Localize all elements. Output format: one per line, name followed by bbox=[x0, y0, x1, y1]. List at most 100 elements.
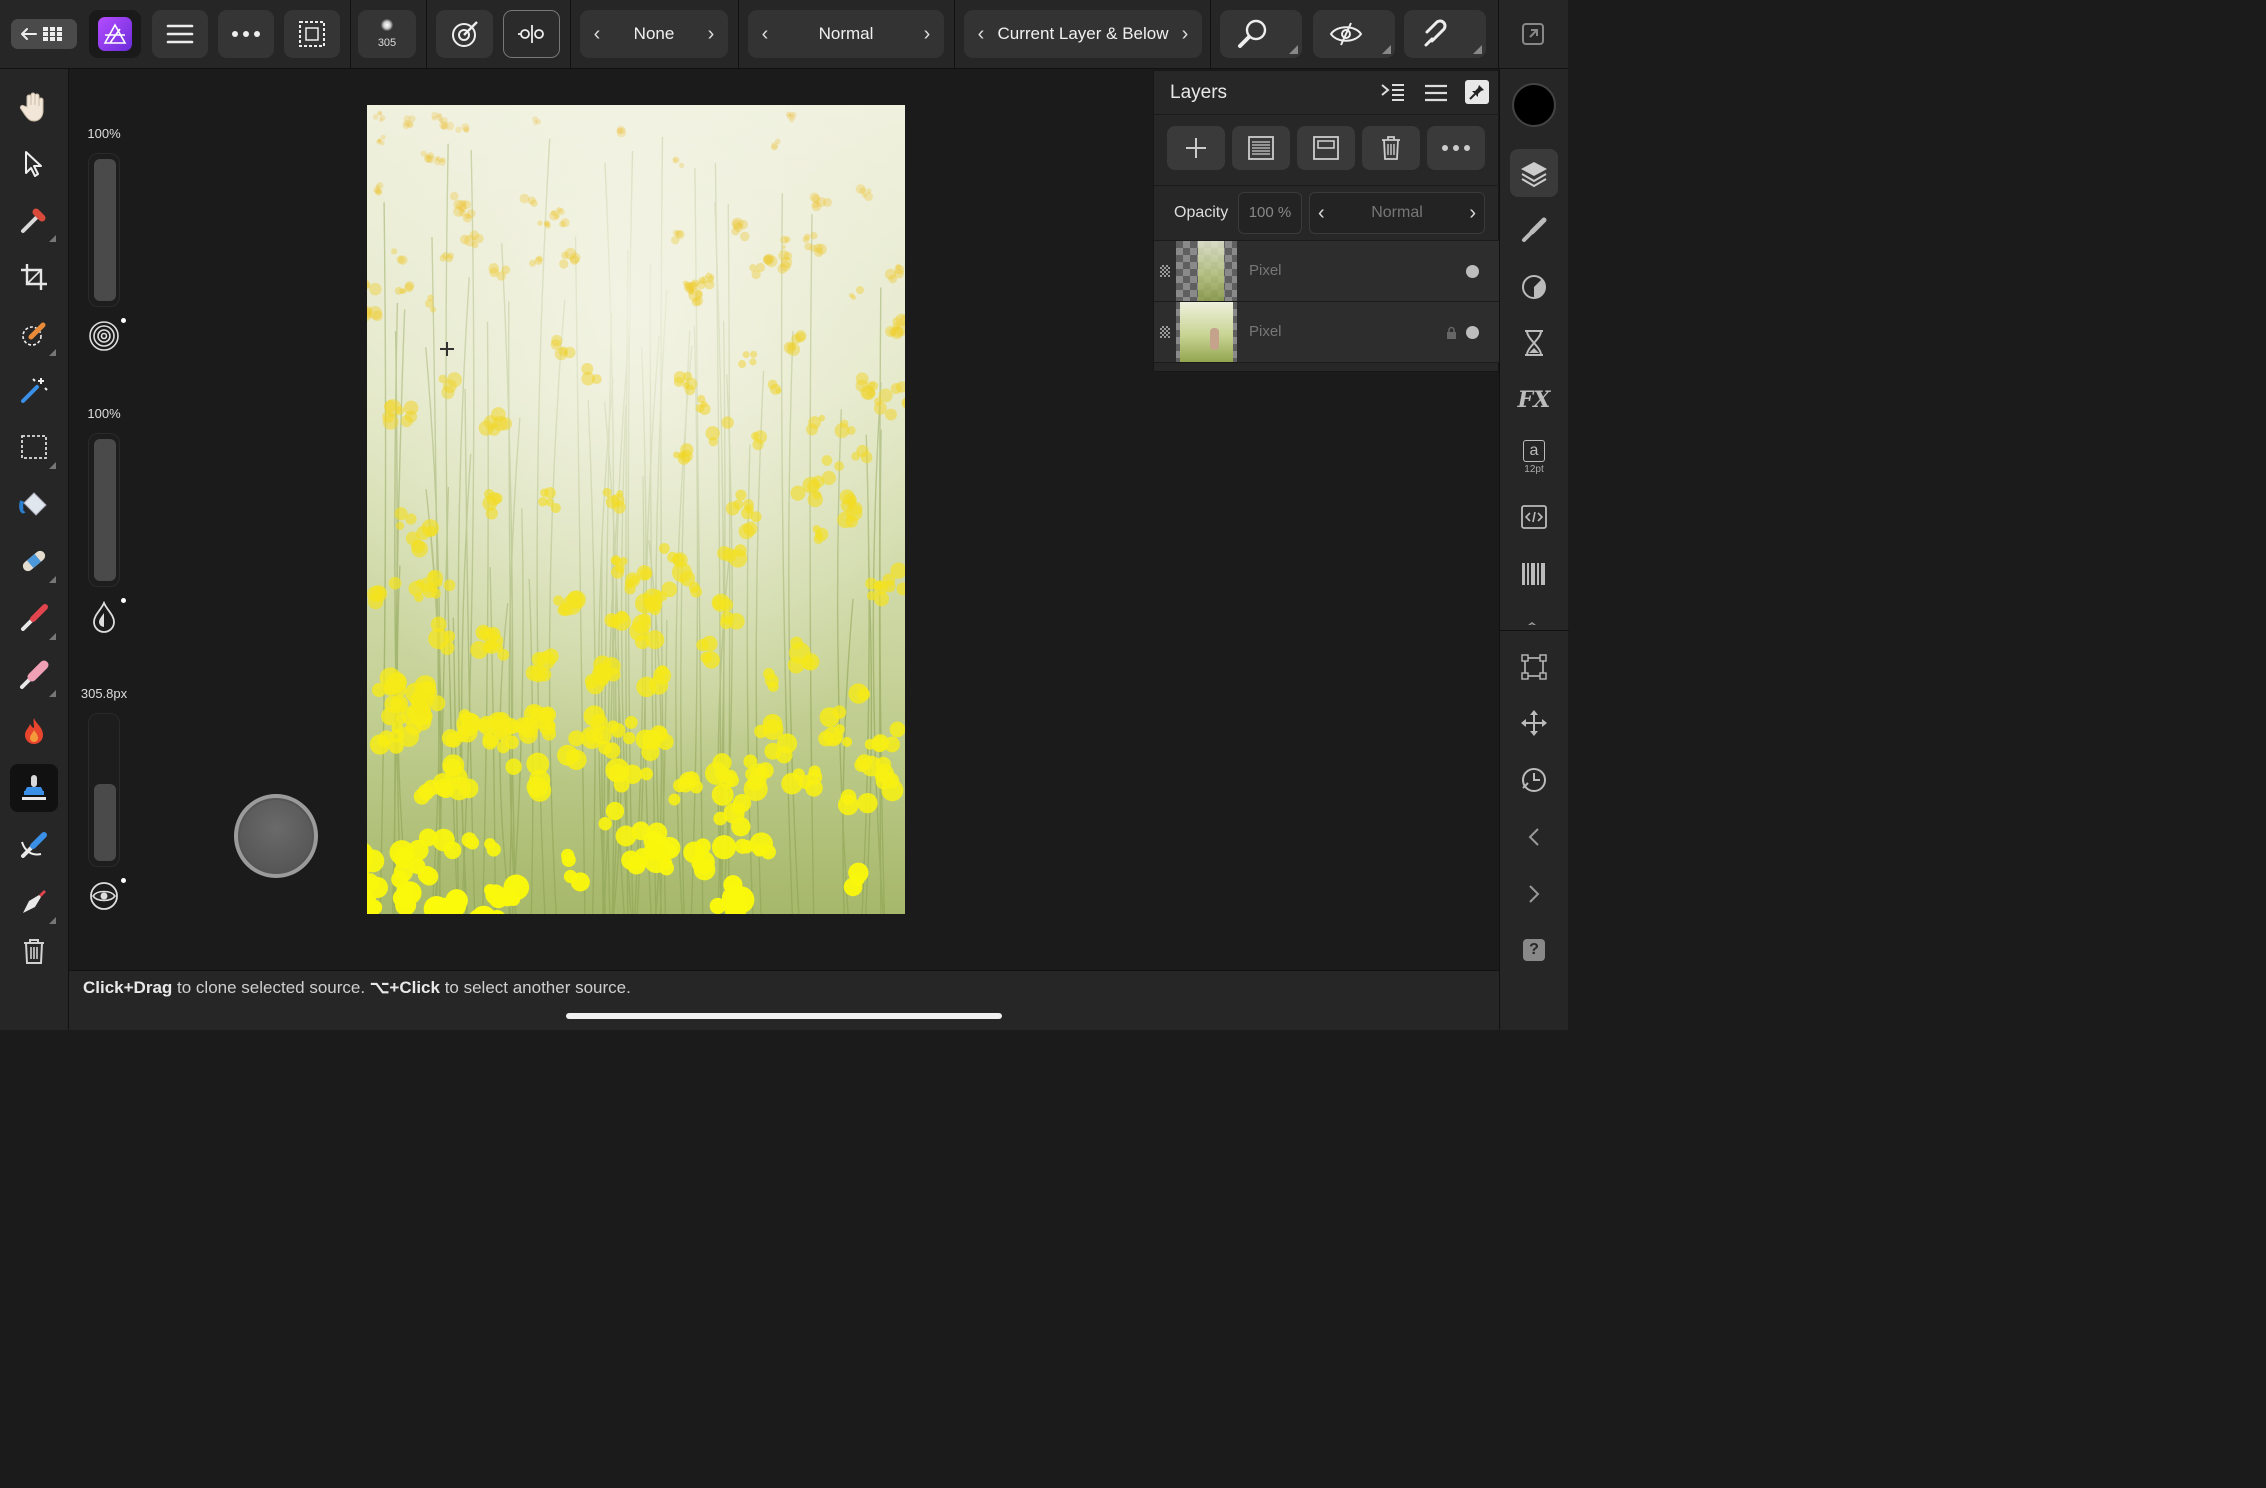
delete-button[interactable] bbox=[10, 927, 58, 975]
chevron-right-icon[interactable]: › bbox=[700, 23, 722, 46]
layer-blend-mode-value: Normal bbox=[1371, 204, 1423, 221]
layer-drag-handle-icon[interactable] bbox=[1160, 265, 1170, 277]
snapping-button[interactable] bbox=[1404, 10, 1486, 58]
group-layers-button[interactable] bbox=[1297, 126, 1355, 170]
chevron-left-icon[interactable]: ‹ bbox=[1318, 202, 1325, 225]
chevron-right-icon[interactable]: › bbox=[916, 23, 938, 46]
width-slider-label: 305.8px bbox=[80, 686, 128, 701]
magnifier-icon bbox=[1238, 19, 1267, 48]
history-studio-button[interactable] bbox=[1510, 319, 1558, 367]
chevron-right-icon[interactable]: › bbox=[1469, 202, 1476, 225]
magic-wand-icon bbox=[21, 378, 48, 403]
chevron-left-icon[interactable]: ‹ bbox=[586, 23, 608, 46]
undo-button[interactable] bbox=[1510, 813, 1558, 861]
selection-button[interactable] bbox=[284, 10, 340, 58]
transform-studio-button[interactable] bbox=[1510, 643, 1558, 691]
flood-select-tool[interactable] bbox=[10, 366, 58, 414]
delete-layer-button[interactable] bbox=[1362, 126, 1420, 170]
hand-icon bbox=[19, 92, 44, 122]
inpainting-brush-tool[interactable] bbox=[10, 537, 58, 585]
view-mode-button[interactable] bbox=[1313, 10, 1395, 58]
layers-panel: Layers Opacity 100 % ‹ Normal › Pixel Pi… bbox=[1153, 70, 1500, 372]
layer-blend-mode-stepper[interactable]: ‹ Normal › bbox=[1309, 192, 1485, 234]
smudge-brush-tool[interactable] bbox=[10, 821, 58, 869]
home-indicator[interactable] bbox=[566, 1013, 1002, 1019]
opacity-row: Opacity 100 % ‹ Normal › bbox=[1154, 185, 1500, 241]
paintbrush-icon bbox=[21, 604, 48, 631]
paint-brush-tool[interactable] bbox=[10, 594, 58, 642]
toolbar-divider bbox=[954, 0, 955, 69]
width-slider[interactable] bbox=[88, 713, 120, 867]
clone-brush-tool[interactable] bbox=[10, 764, 58, 812]
add-mask-button[interactable] bbox=[1232, 126, 1290, 170]
layer-thumbnail bbox=[1176, 241, 1237, 301]
hand-tool[interactable] bbox=[10, 83, 58, 131]
main-menu-button[interactable] bbox=[152, 10, 208, 58]
move-tool[interactable] bbox=[10, 139, 58, 187]
document-canvas[interactable] bbox=[367, 105, 905, 914]
lock-icon[interactable] bbox=[1446, 326, 1457, 345]
effects-studio-button[interactable]: FX bbox=[1510, 376, 1558, 424]
visibility-dot-icon[interactable] bbox=[1466, 326, 1479, 339]
layer-drag-handle-icon[interactable] bbox=[1160, 326, 1170, 338]
brush-preset-button[interactable]: 305 bbox=[358, 10, 416, 58]
help-text-2: to select another source. bbox=[439, 978, 631, 997]
personas-button[interactable] bbox=[1510, 10, 1556, 58]
view-zoom-button[interactable] bbox=[1220, 10, 1302, 58]
history-clock-button[interactable] bbox=[1510, 756, 1558, 804]
selection-brush-tool[interactable] bbox=[10, 310, 58, 358]
brush-icon bbox=[1522, 217, 1547, 242]
color-picker-tool[interactable] bbox=[10, 196, 58, 244]
target-pen-icon bbox=[451, 21, 478, 47]
opacity-slider[interactable] bbox=[88, 153, 120, 307]
more-options-button[interactable] bbox=[218, 10, 274, 58]
chevron-left-icon[interactable]: ‹ bbox=[754, 23, 776, 46]
clock-icon bbox=[1522, 768, 1546, 792]
sample-layers-stepper[interactable]: ‹ Current Layer & Below › bbox=[964, 10, 1202, 58]
chevron-right-icon[interactable]: › bbox=[1174, 23, 1196, 46]
help-button[interactable]: ? bbox=[1510, 926, 1558, 974]
channels-studio-button[interactable] bbox=[1510, 550, 1558, 598]
burn-brush-tool[interactable] bbox=[10, 707, 58, 755]
add-layer-button[interactable] bbox=[1167, 126, 1225, 170]
rectangular-marquee-tool[interactable] bbox=[10, 423, 58, 471]
code-studio-button[interactable] bbox=[1510, 493, 1558, 541]
collapse-panel-icon[interactable] bbox=[1380, 82, 1406, 109]
flow-slider[interactable] bbox=[88, 433, 120, 587]
brush-dot-icon bbox=[381, 19, 393, 31]
opacity-field[interactable]: 100 % bbox=[1238, 192, 1302, 234]
layer-row[interactable]: Pixel bbox=[1154, 302, 1500, 363]
hamburger-icon bbox=[166, 24, 194, 44]
primary-color-swatch[interactable] bbox=[1512, 83, 1556, 127]
fx-icon: FX bbox=[1517, 387, 1551, 413]
source-sampling-stepper[interactable]: ‹ None › bbox=[580, 10, 728, 58]
modifier-button[interactable] bbox=[234, 794, 318, 878]
visibility-dot-icon[interactable] bbox=[1466, 265, 1479, 278]
brushes-studio-button[interactable] bbox=[1510, 206, 1558, 254]
affinity-photo-logo-button[interactable] bbox=[89, 10, 141, 58]
chevron-left-icon[interactable]: ‹ bbox=[970, 23, 992, 46]
help-text-1: to clone selected source. bbox=[172, 978, 370, 997]
pin-panel-icon[interactable] bbox=[1465, 80, 1489, 104]
blend-mode-stepper[interactable]: ‹ Normal › bbox=[748, 10, 944, 58]
studio-scroll-more[interactable] bbox=[1522, 617, 1538, 625]
layers-studio-button[interactable] bbox=[1510, 149, 1558, 197]
clone-source-button[interactable] bbox=[436, 10, 493, 58]
hourglass-icon bbox=[1525, 330, 1543, 356]
ellipsis-icon bbox=[1442, 145, 1470, 151]
redo-button[interactable] bbox=[1510, 870, 1558, 918]
erase-brush-tool[interactable] bbox=[10, 651, 58, 699]
canola-field-image bbox=[367, 105, 905, 914]
pen-tool[interactable] bbox=[10, 878, 58, 926]
adjustments-studio-button[interactable] bbox=[1510, 263, 1558, 311]
character-studio-button[interactable]: a 12pt bbox=[1510, 433, 1558, 481]
crop-tool[interactable] bbox=[10, 253, 58, 301]
back-to-documents-button[interactable] bbox=[11, 19, 77, 49]
layer-row[interactable]: Pixel bbox=[1154, 241, 1500, 302]
flood-fill-tool[interactable] bbox=[10, 480, 58, 528]
help-shortcut-1: Click+Drag bbox=[83, 978, 173, 997]
panel-menu-icon[interactable] bbox=[1424, 83, 1448, 108]
layer-options-button[interactable] bbox=[1427, 126, 1485, 170]
symmetry-button[interactable] bbox=[503, 10, 560, 58]
navigator-studio-button[interactable] bbox=[1510, 699, 1558, 747]
